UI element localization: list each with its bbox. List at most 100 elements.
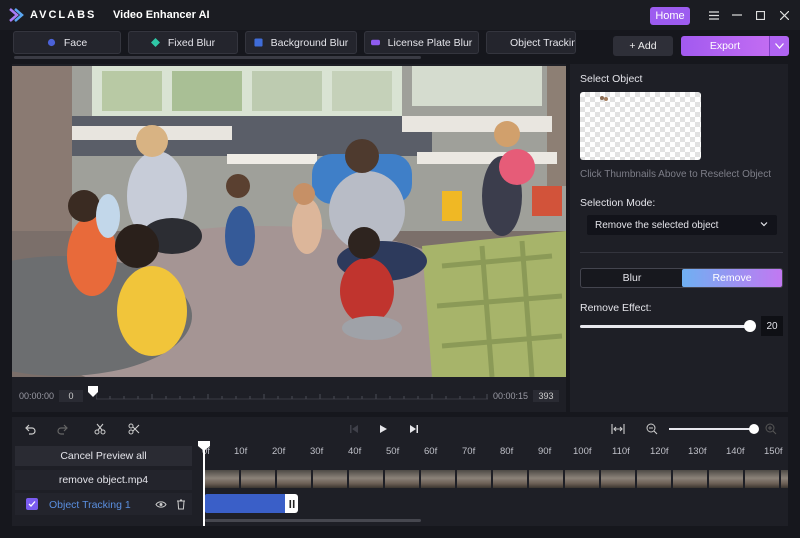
filmstrip-frame xyxy=(673,470,707,488)
time-end: 00:00:15 xyxy=(493,391,529,401)
filmstrip-frame xyxy=(745,470,779,488)
ruler-label: 150f xyxy=(764,446,783,457)
background-blur-icon xyxy=(254,38,263,47)
ruler-label: 100f xyxy=(573,446,592,457)
ruler-label: 140f xyxy=(726,446,745,457)
remove-effect-slider-handle[interactable] xyxy=(744,320,756,332)
tab-background-blur[interactable]: Background Blur xyxy=(245,31,357,54)
license-plate-icon xyxy=(370,39,380,46)
fit-timeline-icon[interactable] xyxy=(611,422,625,436)
tab-fixed-blur[interactable]: Fixed Blur xyxy=(128,31,238,54)
export-button[interactable]: Export xyxy=(681,36,769,56)
filmstrip-frame xyxy=(349,470,383,488)
filmstrip-frame xyxy=(241,470,275,488)
add-button[interactable]: + Add xyxy=(613,36,673,56)
brand-name: AVCLABS xyxy=(30,9,97,21)
object-thumbnail[interactable] xyxy=(580,92,701,160)
export-dropdown-button[interactable] xyxy=(769,36,789,56)
filmstrip-frame xyxy=(421,470,455,488)
remove-effect-value[interactable]: 20 xyxy=(761,316,783,336)
chevron-down-icon xyxy=(760,222,768,227)
mode-blur-button[interactable]: Blur xyxy=(582,270,682,286)
timeline-scrollbar[interactable] xyxy=(205,519,421,522)
timeline-playhead[interactable] xyxy=(203,442,205,526)
zoom-slider[interactable] xyxy=(669,428,755,430)
video-preview[interactable] xyxy=(12,66,566,377)
selection-mode-value: Remove the selected object xyxy=(595,219,719,231)
track-name[interactable]: Object Tracking 1 xyxy=(49,499,131,511)
redo-icon[interactable] xyxy=(56,422,70,436)
split-icon[interactable] xyxy=(93,422,107,436)
filmstrip-frame xyxy=(601,470,635,488)
chevron-down-icon xyxy=(775,43,784,49)
ruler-label: 40f xyxy=(348,446,362,457)
filmstrip-frame xyxy=(205,470,239,488)
ruler-label: 120f xyxy=(650,446,669,457)
filmstrip-frame xyxy=(457,470,491,488)
filmstrip-frame xyxy=(637,470,671,488)
tab-object-tracking-label: Object Trackin xyxy=(510,36,576,49)
ruler-label: 20f xyxy=(272,446,286,457)
tab-license-plate-blur[interactable]: License Plate Blur xyxy=(364,31,479,54)
ruler-label: 60f xyxy=(424,446,438,457)
ruler-label: 70f xyxy=(462,446,476,457)
face-icon xyxy=(47,38,55,47)
mode-remove-button[interactable]: Remove xyxy=(682,269,782,287)
clip-end-handle[interactable] xyxy=(285,494,298,513)
playhead-marker-icon[interactable] xyxy=(198,441,210,451)
time-start: 00:00:00 xyxy=(19,391,55,401)
selection-mode-select[interactable]: Remove the selected object xyxy=(587,215,777,235)
maximize-icon[interactable] xyxy=(752,7,768,23)
tab-object-tracking[interactable]: Object Trackin xyxy=(486,31,576,54)
layer-checkbox[interactable] xyxy=(26,498,38,510)
selected-object-icon xyxy=(600,96,608,101)
tab-background-blur-label: Background Blur xyxy=(270,36,349,49)
panel-divider xyxy=(580,252,783,253)
filmstrip-frame xyxy=(709,470,743,488)
frame-start-field[interactable]: 0 xyxy=(59,390,83,402)
title-bar: AVCLABS Video Enhancer AI Home xyxy=(0,0,800,30)
ruler-label: 110f xyxy=(612,446,630,457)
cut-icon[interactable] xyxy=(127,422,141,436)
tab-face[interactable]: Face xyxy=(13,31,121,54)
filmstrip-frame xyxy=(781,470,788,488)
video-frame-image xyxy=(12,66,566,377)
preview-scrubber[interactable] xyxy=(96,390,488,400)
check-icon xyxy=(28,501,36,507)
next-frame-icon[interactable] xyxy=(407,422,421,436)
cancel-preview-all-button[interactable]: Cancel Preview all xyxy=(15,446,192,466)
trash-icon[interactable] xyxy=(174,497,188,511)
previous-frame-icon[interactable] xyxy=(347,422,361,436)
zoom-slider-handle[interactable] xyxy=(749,424,759,434)
video-filmstrip[interactable] xyxy=(205,470,788,488)
select-object-label: Select Object xyxy=(580,73,643,85)
home-button[interactable]: Home xyxy=(650,7,690,25)
tab-license-plate-blur-label: License Plate Blur xyxy=(387,36,473,49)
remove-effect-label: Remove Effect: xyxy=(580,302,652,314)
minimize-icon[interactable] xyxy=(729,7,745,23)
zoom-out-icon[interactable] xyxy=(645,422,659,436)
tracking-clip[interactable] xyxy=(205,494,285,513)
menu-icon[interactable] xyxy=(706,7,722,23)
pause-icon xyxy=(289,499,294,508)
tab-face-label: Face xyxy=(63,36,88,49)
ruler-label: 130f xyxy=(688,446,707,457)
filmstrip-frame xyxy=(277,470,311,488)
ruler-label: 30f xyxy=(310,446,324,457)
filmstrip-frame xyxy=(529,470,563,488)
tabs-scrollbar[interactable] xyxy=(14,56,421,59)
ruler-label: 90f xyxy=(538,446,552,457)
close-icon[interactable] xyxy=(776,7,792,23)
fixed-blur-icon xyxy=(150,38,160,47)
frame-end-field[interactable]: 393 xyxy=(533,390,559,402)
play-icon[interactable] xyxy=(376,422,390,436)
file-name: remove object.mp4 xyxy=(15,470,192,490)
tab-fixed-blur-label: Fixed Blur xyxy=(167,36,216,49)
selection-mode-label: Selection Mode: xyxy=(580,197,656,209)
ruler-label: 50f xyxy=(386,446,400,457)
filmstrip-frame xyxy=(313,470,347,488)
zoom-in-icon[interactable] xyxy=(764,422,778,436)
remove-effect-slider[interactable] xyxy=(580,325,750,328)
eye-icon[interactable] xyxy=(154,497,168,511)
undo-icon[interactable] xyxy=(23,422,37,436)
